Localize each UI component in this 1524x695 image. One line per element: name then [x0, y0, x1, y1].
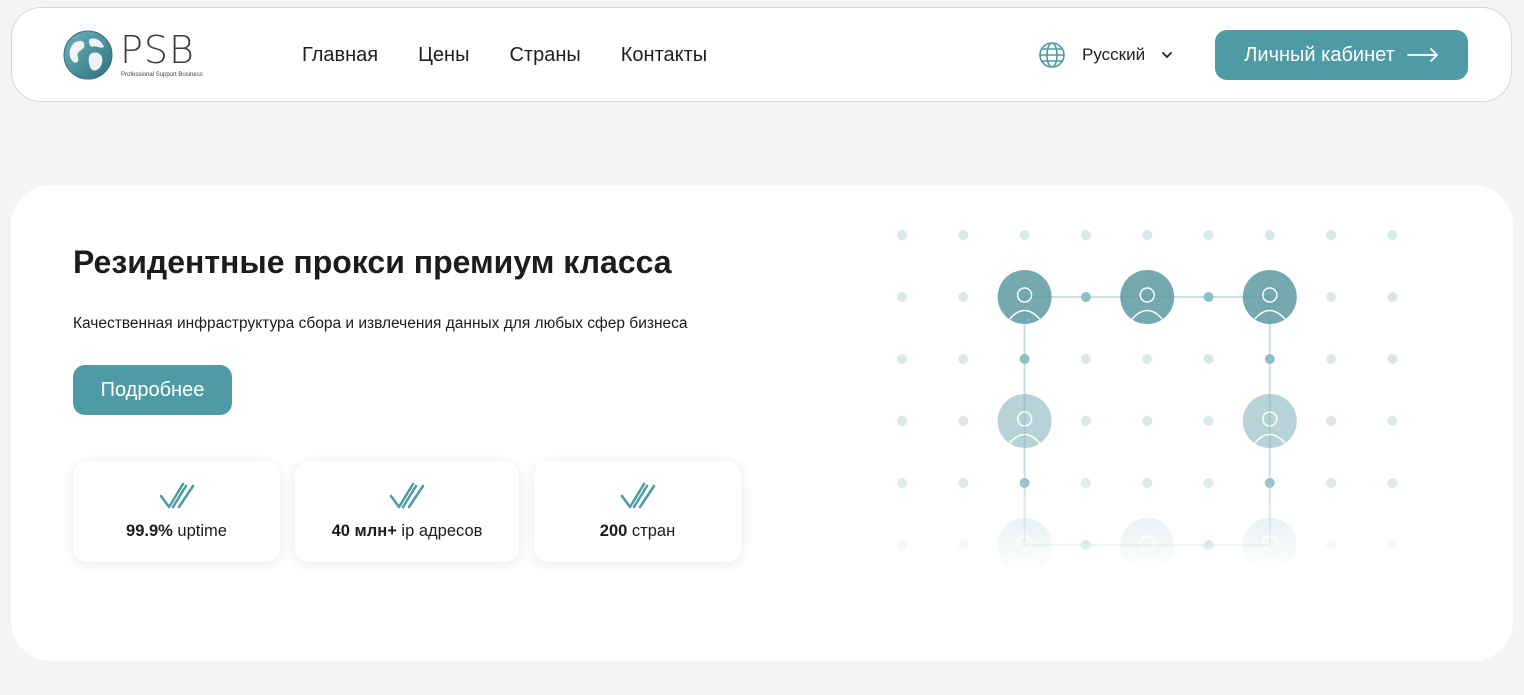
user-avatar-icon — [1242, 518, 1297, 572]
language-selector[interactable]: Русский — [1038, 41, 1173, 69]
stat-value: 40 млн+ — [331, 522, 397, 540]
grid-dot — [958, 540, 969, 550]
grid-dot — [1326, 416, 1337, 426]
stat-label: стран — [627, 522, 676, 540]
nav-contacts[interactable]: Контакты — [621, 42, 707, 68]
grid-dot — [1264, 478, 1275, 488]
grid-dot — [1387, 292, 1398, 302]
double-check-icon — [159, 482, 194, 509]
language-label: Русский — [1082, 45, 1146, 64]
stat-label: uptime — [172, 522, 227, 540]
more-button[interactable]: Подробнее — [73, 365, 232, 415]
user-avatar-icon — [997, 518, 1052, 572]
main-nav: Главная Цены Страны Контакты — [302, 42, 747, 68]
stat-value: 99.9% — [126, 522, 173, 540]
globe-icon — [1039, 42, 1065, 68]
user-avatar-icon — [1120, 518, 1175, 572]
stat-card-countries: 200 стран — [534, 461, 741, 562]
grid-dot — [1019, 230, 1030, 240]
grid-dot — [1080, 354, 1091, 364]
stat-card-ip: 40 млн+ ip адресов — [295, 461, 519, 562]
double-check-icon — [620, 482, 655, 509]
grid-dot — [1387, 230, 1398, 240]
grid-dot — [1019, 354, 1030, 364]
grid-dot — [1203, 230, 1214, 240]
personal-account-button[interactable]: Личный кабинет — [1215, 30, 1468, 80]
grid-dot — [897, 354, 907, 364]
nav-prices[interactable]: Цены — [418, 42, 469, 68]
logo-text: PSB — [120, 28, 195, 72]
user-avatar-icon — [1242, 394, 1297, 448]
grid-dot — [1387, 478, 1398, 488]
grid-dot — [1264, 354, 1275, 364]
personal-account-label: Личный кабинет — [1244, 43, 1395, 66]
stat-text: 99.9% uptime — [126, 522, 227, 541]
grid-dot — [1080, 292, 1091, 302]
nav-home[interactable]: Главная — [302, 42, 378, 68]
logo[interactable]: PSB Professional Support Business — [62, 27, 222, 83]
grid-dot — [1142, 354, 1153, 364]
user-avatar-icon — [1120, 270, 1175, 324]
globe-logo-icon — [63, 30, 113, 80]
grid-dot — [1080, 230, 1091, 240]
grid-dot — [1142, 416, 1153, 426]
grid-dot — [1203, 292, 1214, 302]
stat-label: ip адресов — [396, 522, 483, 540]
grid-dot — [1019, 478, 1030, 488]
user-avatar-icon — [997, 394, 1052, 448]
stat-text: 40 млн+ ip адресов — [332, 522, 483, 541]
grid-dot — [897, 478, 907, 488]
nav-countries[interactable]: Страны — [509, 42, 580, 68]
grid-dot — [897, 230, 907, 240]
double-check-icon — [389, 482, 425, 509]
grid-dot — [1142, 478, 1153, 488]
grid-dot — [958, 292, 969, 302]
site-header: PSB Professional Support Business Главна… — [11, 7, 1512, 102]
grid-dot — [1264, 230, 1275, 240]
grid-dot — [1203, 354, 1214, 364]
user-avatar-icon — [997, 270, 1052, 324]
hero-subtitle: Качественная инфраструктура сбора и извл… — [73, 315, 688, 332]
grid-dot — [897, 292, 907, 302]
grid-dot — [897, 416, 907, 426]
arrow-right-icon — [1406, 48, 1438, 62]
stat-value: 200 — [599, 522, 628, 540]
grid-dot — [958, 354, 969, 364]
grid-dot — [958, 230, 969, 240]
grid-dot — [1203, 416, 1214, 426]
stat-text: 200 стран — [600, 522, 675, 541]
hero-section: Резидентные прокси премиум класса Качест… — [11, 185, 1513, 661]
grid-dot — [1080, 540, 1091, 550]
grid-dot — [1080, 416, 1091, 426]
grid-dot — [1326, 540, 1337, 550]
stat-card-uptime: 99.9% uptime — [73, 461, 280, 562]
grid-dot — [1203, 540, 1214, 550]
grid-dot — [958, 416, 969, 426]
grid-dot — [1203, 478, 1214, 488]
grid-dot — [1080, 478, 1091, 488]
user-avatar-icon — [1242, 270, 1297, 324]
grid-dot — [1387, 354, 1398, 364]
grid-dot — [1387, 416, 1398, 426]
grid-dot — [1387, 540, 1398, 550]
grid-dot — [1326, 354, 1337, 364]
grid-dot — [1326, 478, 1337, 488]
logo-tagline: Professional Support Business — [121, 72, 203, 78]
network-illustration — [897, 230, 1398, 572]
chevron-down-icon — [1162, 52, 1172, 59]
grid-dot — [1326, 292, 1337, 302]
hero-title: Резидентные прокси премиум класса — [73, 244, 672, 280]
grid-dot — [958, 478, 969, 488]
grid-dot — [1326, 230, 1337, 240]
grid-dot — [897, 540, 907, 550]
grid-dot — [1142, 230, 1153, 240]
